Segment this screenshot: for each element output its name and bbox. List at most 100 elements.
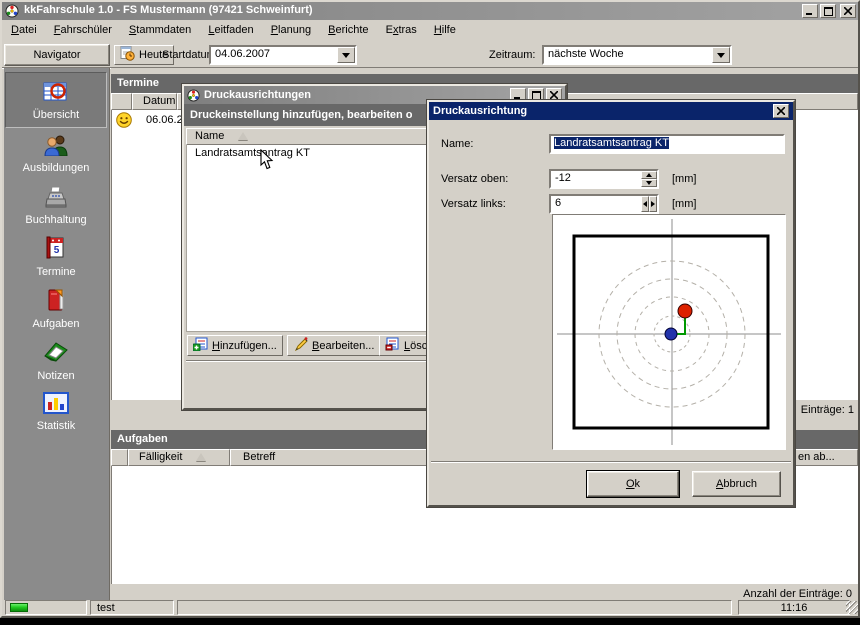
spinner-down-icon[interactable] bbox=[641, 179, 657, 187]
overview-icon bbox=[43, 81, 69, 106]
svg-text:5: 5 bbox=[54, 245, 60, 256]
versatz-oben-input[interactable]: -12 bbox=[549, 169, 659, 189]
bearbeiten-button[interactable]: Bearbeiten... bbox=[287, 335, 380, 356]
sidebar-item-notizen[interactable]: Notizen bbox=[5, 336, 107, 388]
chart-icon bbox=[43, 392, 69, 417]
navigator-sidebar: Übersicht Ausbildungen Buchhaltung 5 Ter… bbox=[4, 68, 110, 600]
status-time-section: 11:16 bbox=[738, 600, 850, 615]
zeitraum-value: nächste Woche bbox=[548, 48, 624, 60]
zeitraum-label: Zeitraum: bbox=[489, 49, 535, 61]
book-icon bbox=[44, 288, 68, 315]
sort-ascending-icon bbox=[238, 132, 248, 140]
abbruch-button[interactable]: Abbruch bbox=[692, 471, 781, 497]
minimize-icon[interactable] bbox=[802, 4, 818, 18]
sidebar-item-buchhaltung[interactable]: Buchhaltung bbox=[5, 182, 107, 232]
window-title: kkFahrschule 1.0 - FS Mustermann (97421 … bbox=[24, 4, 313, 16]
sidebar-item-termine[interactable]: 5 Termine bbox=[5, 232, 107, 284]
versatz-links-unit: [mm] bbox=[672, 198, 696, 210]
versatz-links-spinner bbox=[641, 196, 657, 212]
druckausrichtung-titlebar: Druckausrichtung bbox=[429, 102, 793, 120]
ok-label: Ok bbox=[626, 478, 640, 490]
status-user-section: test bbox=[90, 600, 174, 615]
spinner-up-icon[interactable] bbox=[641, 171, 657, 179]
termine-icon-column[interactable] bbox=[111, 93, 132, 110]
termine-entries-label: Einträge: 1 bbox=[801, 404, 854, 416]
cash-register-icon bbox=[43, 186, 69, 211]
aufgaben-faelligkeit-column[interactable]: Fälligkeit bbox=[128, 449, 230, 466]
spinner-left-icon[interactable] bbox=[641, 196, 649, 212]
sidebar-item-label: Übersicht bbox=[6, 109, 106, 121]
spinner-right-icon[interactable] bbox=[649, 196, 657, 212]
toolbar: Navigator Heute Startdatum: 04.06.2007 Z… bbox=[2, 41, 858, 68]
hinzufuegen-button[interactable]: Hinzufügen... bbox=[187, 335, 283, 356]
sidebar-item-uebersicht[interactable]: Übersicht bbox=[5, 72, 107, 128]
versatz-oben-value: -12 bbox=[555, 172, 571, 184]
menu-bar: Datei Fahrschüler Stammdaten Leitfaden P… bbox=[2, 20, 858, 41]
sidebar-item-aufgaben[interactable]: Aufgaben bbox=[5, 284, 107, 336]
status-bar: test 11:16 bbox=[2, 598, 858, 616]
name-input[interactable]: Landratsamtsantrag KT bbox=[549, 134, 785, 154]
bearbeiten-label: Bearbeiten... bbox=[312, 340, 374, 352]
menu-hilfe[interactable]: Hilfe bbox=[427, 21, 463, 39]
resize-grip[interactable] bbox=[846, 601, 858, 614]
edit-pencil-icon bbox=[293, 337, 308, 354]
sidebar-item-ausbildungen[interactable]: Ausbildungen bbox=[5, 130, 107, 182]
delete-list-icon bbox=[385, 337, 400, 354]
sidebar-item-statistik[interactable]: Statistik bbox=[5, 388, 107, 440]
application-window: kkFahrschule 1.0 - FS Mustermann (97421 … bbox=[0, 0, 860, 618]
menu-extras[interactable]: Extras bbox=[379, 21, 424, 39]
aufgaben-truncated-column[interactable]: en ab... bbox=[794, 449, 858, 466]
app-icon bbox=[5, 4, 19, 18]
druckausrichtung-title: Druckausrichtung bbox=[433, 105, 527, 117]
aufgaben-icon-column[interactable] bbox=[111, 449, 128, 466]
status-user: test bbox=[97, 602, 115, 614]
offset-dot bbox=[678, 304, 692, 318]
startdatum-combobox[interactable]: 04.06.2007 bbox=[209, 45, 357, 65]
status-empty-section bbox=[177, 600, 732, 615]
maximize-icon[interactable] bbox=[820, 4, 836, 18]
menu-fahrschueler[interactable]: Fahrschüler bbox=[47, 21, 119, 39]
menu-planung[interactable]: Planung bbox=[264, 21, 318, 39]
menu-datei[interactable]: Datei bbox=[4, 21, 44, 39]
druckausrichtungen-title: Druckausrichtungen bbox=[204, 89, 311, 101]
faelligkeit-label: Fälligkeit bbox=[139, 451, 182, 463]
origin-dot bbox=[665, 328, 677, 340]
termine-datum-column[interactable]: Datum bbox=[132, 93, 177, 110]
name-column-label: Name bbox=[195, 130, 224, 142]
ok-button[interactable]: Ok bbox=[587, 471, 679, 497]
calendar-icon: 5 bbox=[44, 236, 68, 263]
note-icon bbox=[43, 340, 69, 367]
sidebar-item-label: Buchhaltung bbox=[5, 214, 107, 226]
versatz-links-label: Versatz links: bbox=[441, 198, 506, 210]
druckausrichtungen-icon bbox=[187, 89, 200, 102]
hinzufuegen-label: Hinzufügen... bbox=[212, 340, 277, 352]
window-controls bbox=[800, 4, 856, 18]
druckausrichtung-dialog: Druckausrichtung Name: Landratsamtsantra… bbox=[427, 100, 795, 507]
status-led-section bbox=[5, 600, 87, 615]
offset-preview bbox=[552, 214, 786, 450]
menu-berichte[interactable]: Berichte bbox=[321, 21, 375, 39]
title-bar: kkFahrschule 1.0 - FS Mustermann (97421 … bbox=[2, 2, 858, 20]
versatz-links-input[interactable]: 6 bbox=[549, 194, 659, 214]
name-value: Landratsamtsantrag KT bbox=[554, 137, 669, 149]
menu-stammdaten[interactable]: Stammdaten bbox=[122, 21, 198, 39]
smiley-icon bbox=[116, 112, 132, 131]
sort-ascending-icon bbox=[196, 453, 206, 461]
sidebar-item-label: Aufgaben bbox=[5, 318, 107, 330]
close-icon[interactable] bbox=[840, 4, 856, 18]
versatz-oben-label: Versatz oben: bbox=[441, 173, 508, 185]
heute-icon bbox=[120, 46, 135, 64]
abbruch-label: Abbruch bbox=[716, 478, 757, 490]
name-label: Name: bbox=[441, 138, 473, 150]
students-icon bbox=[43, 134, 69, 159]
status-time: 11:16 bbox=[781, 602, 808, 614]
close-icon[interactable] bbox=[773, 104, 789, 118]
startdatum-dropdown-icon[interactable] bbox=[337, 47, 355, 63]
navigator-header[interactable]: Navigator bbox=[4, 44, 110, 66]
versatz-oben-unit: [mm] bbox=[672, 173, 696, 185]
connection-led-icon bbox=[10, 603, 28, 612]
menu-leitfaden[interactable]: Leitfaden bbox=[201, 21, 260, 39]
versatz-links-value: 6 bbox=[555, 197, 561, 209]
zeitraum-combobox[interactable]: nächste Woche bbox=[542, 45, 732, 65]
zeitraum-dropdown-icon[interactable] bbox=[712, 47, 730, 63]
